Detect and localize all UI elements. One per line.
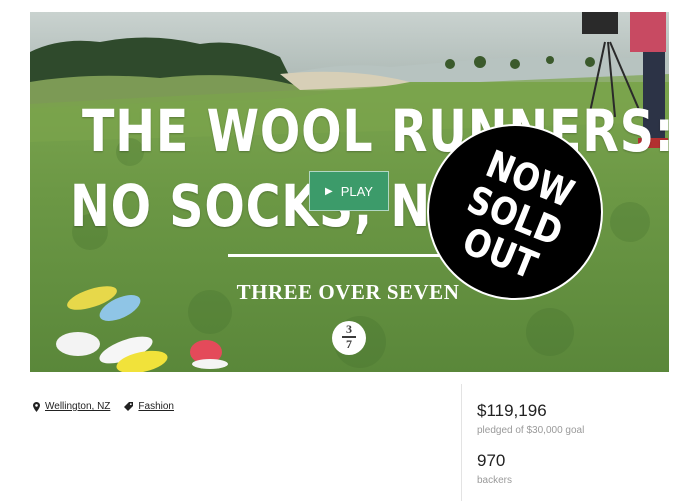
backers-count: 970 <box>477 451 506 470</box>
project-video[interactable]: THE WOOL RUNNERS: NO SOCKS, NO .... THRE… <box>30 12 669 372</box>
sold-out-badge: NOW SOLD OUT <box>427 124 603 300</box>
backers-label: backers <box>477 475 513 486</box>
pledged-amount: $119,196 <box>477 401 547 420</box>
brand-logo: 3 7 <box>332 321 366 355</box>
category-link[interactable]: Fashion <box>138 401 174 412</box>
play-icon: ▶ <box>325 185 333 197</box>
funding-stats: $119,196 pledged of $30,000 goal 970 bac… <box>477 401 584 486</box>
video-subtitle: THREE OVER SEVEN <box>236 280 460 304</box>
logo-denominator: 7 <box>346 336 352 351</box>
map-pin-icon <box>33 401 40 412</box>
play-label: PLAY <box>340 183 373 199</box>
project-meta: Wellington, NZ Fashion <box>33 401 188 412</box>
pledged-goal-label: pledged of $30,000 goal <box>477 425 585 436</box>
stats-divider <box>461 384 462 501</box>
title-divider <box>228 254 464 257</box>
location-link[interactable]: Wellington, NZ <box>45 401 110 412</box>
play-button[interactable]: ▶ PLAY <box>309 171 389 211</box>
logo-numerator: 3 <box>346 322 352 336</box>
tag-icon <box>124 402 134 411</box>
